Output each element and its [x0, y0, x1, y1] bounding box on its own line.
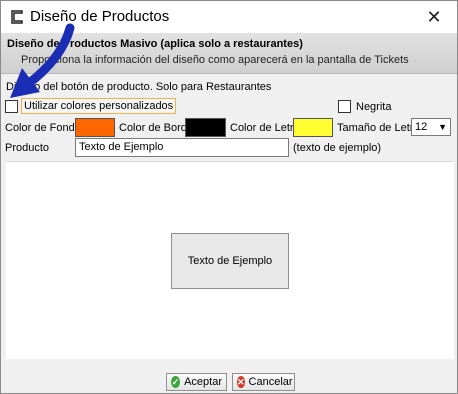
- text-color-swatch[interactable]: [293, 118, 333, 137]
- preview-product-button: Texto de Ejemplo: [171, 233, 289, 289]
- dialog-window: Diseño de Productos ✕ Diseño de Producto…: [0, 0, 458, 394]
- product-hint: (texto de ejemplo): [293, 142, 382, 154]
- background-color-label: Color de Fondo: [5, 122, 81, 134]
- font-size-value: 12: [415, 121, 428, 133]
- font-size-label: Tamaño de Letra: [337, 122, 420, 134]
- border-color-label: Color de Borde: [119, 122, 193, 134]
- window-title: Diseño de Productos: [30, 8, 170, 25]
- app-icon: [11, 10, 23, 24]
- bold-checkbox[interactable]: [338, 100, 351, 113]
- header-title: Diseño de Productos Masivo (aplica solo …: [7, 38, 303, 50]
- preview-button-text: Texto de Ejemplo: [187, 255, 273, 267]
- close-icon: ✕: [426, 6, 442, 27]
- bold-label[interactable]: Negrita: [356, 101, 391, 113]
- custom-colors-option[interactable]: Utilizar colores personalizados: [5, 98, 177, 114]
- product-text-input[interactable]: Texto de Ejemplo: [75, 138, 289, 157]
- chevron-down-icon: ▼: [438, 122, 447, 132]
- check-icon: ✓: [171, 376, 181, 388]
- background-color-swatch[interactable]: [75, 118, 115, 137]
- cancel-button[interactable]: ✕ Cancelar: [232, 373, 295, 391]
- preview-area: Texto de Ejemplo: [6, 161, 454, 359]
- close-button[interactable]: ✕: [411, 1, 457, 33]
- title-bar: Diseño de Productos ✕: [1, 1, 457, 33]
- accept-button-label: Aceptar: [184, 376, 222, 388]
- border-color-swatch[interactable]: [185, 118, 226, 137]
- custom-colors-checkbox[interactable]: [5, 99, 18, 113]
- cancel-button-label: Cancelar: [248, 376, 293, 388]
- header-subtitle: Proporciona la información del diseño co…: [21, 54, 409, 66]
- header-band: Diseño de Productos Masivo (aplica solo …: [1, 33, 457, 74]
- font-size-select[interactable]: 12 ▼: [411, 118, 451, 136]
- custom-colors-label[interactable]: Utilizar colores personalizados: [21, 98, 177, 114]
- cancel-icon: ✕: [237, 376, 245, 388]
- bold-option[interactable]: Negrita: [338, 100, 391, 113]
- product-label: Producto: [5, 142, 50, 154]
- text-color-label: Color de Letra: [230, 122, 300, 134]
- description-text: Diseño del botón de producto. Solo para …: [6, 81, 272, 93]
- accept-button[interactable]: ✓ Aceptar: [166, 373, 227, 391]
